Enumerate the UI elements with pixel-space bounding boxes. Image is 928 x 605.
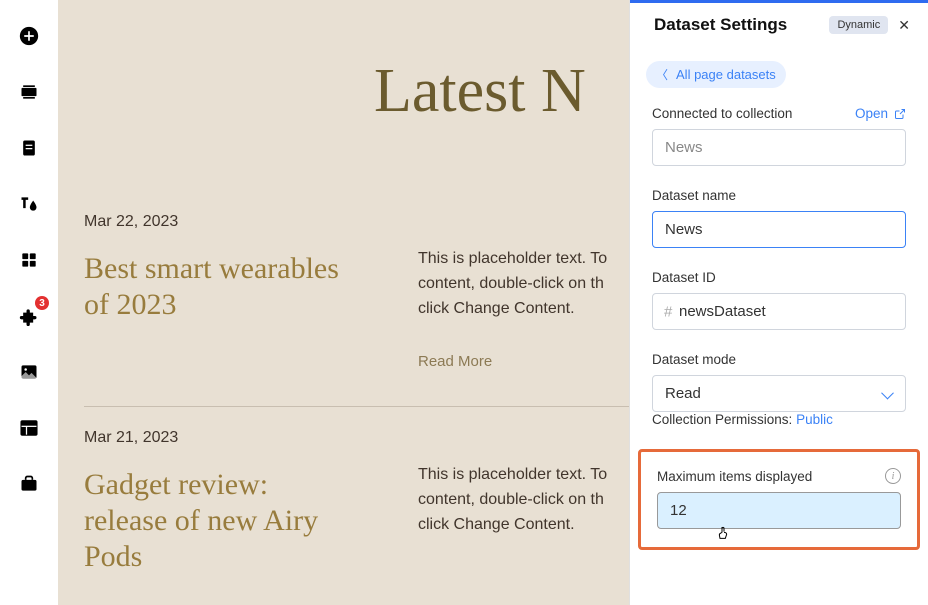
grid-icon[interactable] (17, 248, 41, 272)
permissions-link[interactable]: Public (796, 412, 833, 427)
name-label: Dataset name (652, 188, 906, 203)
max-items-input[interactable] (657, 492, 901, 529)
article-item: Mar 22, 2023 Best smart wearables of 202… (84, 191, 629, 406)
dataset-name-input[interactable] (652, 211, 906, 248)
breadcrumb-back[interactable]: 〈 All page datasets (646, 61, 786, 88)
left-sidebar: 3 (0, 0, 58, 605)
max-items-section: Maximum items displayed i (638, 449, 920, 550)
badge: 3 (35, 296, 49, 310)
page-icon[interactable] (17, 136, 41, 160)
permissions-label: Collection Permissions: (652, 412, 796, 427)
cursor-icon (716, 524, 732, 545)
article-excerpt: This is placeholder text. To content, do… (418, 247, 629, 321)
panel-header: Dataset Settings Dynamic ✕ (630, 0, 928, 49)
open-label: Open (855, 106, 888, 121)
chevron-left-icon: 〈 (656, 66, 668, 83)
max-items-label: Maximum items displayed (657, 469, 812, 484)
article-date: Mar 21, 2023 (84, 429, 342, 447)
text-drop-icon[interactable] (17, 192, 41, 216)
add-icon[interactable] (17, 24, 41, 48)
external-link-icon (894, 108, 906, 120)
article-excerpt: This is placeholder text. To content, do… (418, 463, 629, 537)
id-label: Dataset ID (652, 270, 906, 285)
panel-title: Dataset Settings (654, 15, 787, 35)
article-item: Mar 21, 2023 Gadget review: release of n… (84, 406, 629, 605)
close-icon[interactable]: ✕ (898, 17, 910, 34)
article-date: Mar 22, 2023 (84, 213, 342, 231)
open-link[interactable]: Open (855, 106, 906, 121)
info-icon[interactable]: i (885, 468, 901, 484)
collection-input[interactable] (652, 129, 906, 166)
main-content: Latest N Mar 22, 2023 Best smart wearabl… (58, 0, 629, 605)
article-title: Best smart wearables of 2023 (84, 251, 342, 323)
dynamic-tag: Dynamic (829, 16, 888, 34)
image-icon[interactable] (17, 360, 41, 384)
read-more-link[interactable]: Read More (418, 353, 629, 370)
connected-label: Connected to collection (652, 106, 792, 121)
mode-label: Dataset mode (652, 352, 906, 367)
plugin-icon[interactable]: 3 (17, 304, 41, 328)
dataset-mode-select[interactable] (652, 375, 906, 412)
briefcase-icon[interactable] (17, 472, 41, 496)
table-icon[interactable] (17, 416, 41, 440)
settings-panel: Dataset Settings Dynamic ✕ 〈 All page da… (629, 0, 928, 605)
breadcrumb-label: All page datasets (676, 67, 776, 82)
layers-icon[interactable] (17, 80, 41, 104)
dataset-id-input[interactable] (652, 293, 906, 330)
page-title: Latest N (374, 56, 629, 127)
permissions-row: Collection Permissions: Public (652, 412, 906, 427)
article-title: Gadget review: release of new Airy Pods (84, 467, 342, 575)
